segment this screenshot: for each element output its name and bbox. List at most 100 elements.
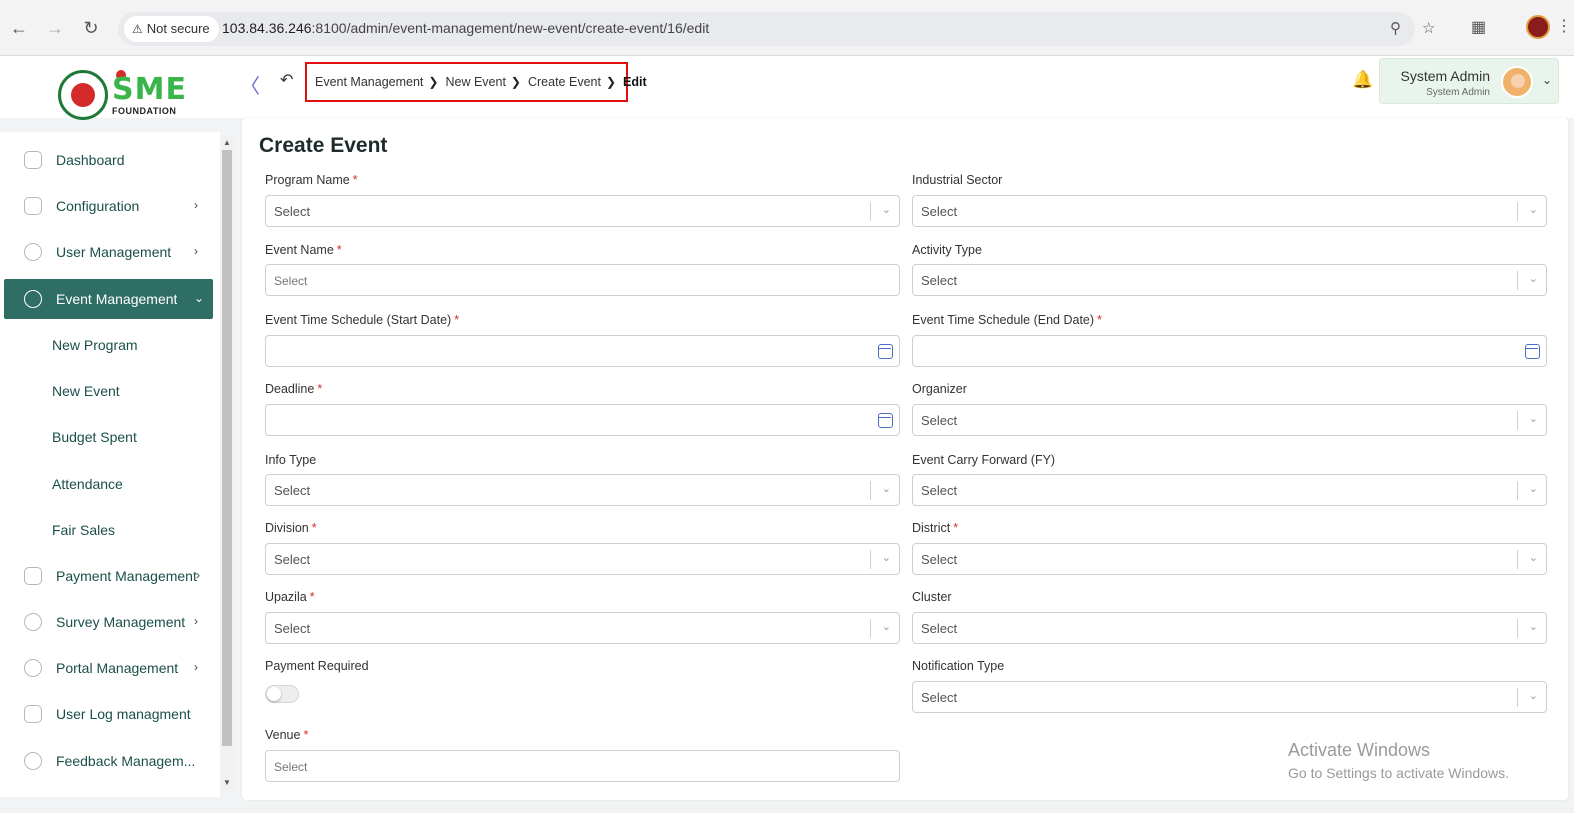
browser-reload-icon[interactable]: ↻ <box>80 17 102 39</box>
sidebar-item-survey-management[interactable]: Survey Management › <box>4 602 213 642</box>
carry-forward-select[interactable]: Select ⌄ <box>912 474 1547 506</box>
scroll-up-icon[interactable]: ▲ <box>223 138 231 147</box>
payment-required-toggle[interactable] <box>265 685 299 703</box>
required-mark: * <box>317 382 323 396</box>
user-name: System Admin <box>1400 68 1490 84</box>
security-chip[interactable]: ⚠ Not secure <box>124 16 219 42</box>
sidebar-subitem-new-program[interactable]: New Program <box>52 337 138 353</box>
sidebar-item-label: User Management <box>56 244 172 260</box>
select-placeholder: Select <box>921 690 958 705</box>
notification-type-label: Notification Type <box>912 659 1005 673</box>
zoom-icon[interactable]: ⚲ <box>1390 19 1401 37</box>
user-icon <box>24 243 42 261</box>
chevron-right-icon: ❯ <box>510 75 521 89</box>
field-label-text: Event Time Schedule (Start Date) <box>265 313 452 327</box>
deadline-input[interactable] <box>265 404 900 436</box>
activity-type-select[interactable]: Select ⌄ <box>912 264 1547 296</box>
chevron-right-icon: ❯ <box>428 75 439 89</box>
browser-toolbar: ← → ↻ ⚠ Not secure 103.84.36.246:8100/adm… <box>0 0 1574 56</box>
select-separator <box>870 550 871 569</box>
payment-required-label: Payment Required <box>265 659 369 673</box>
calendar-icon[interactable] <box>878 413 893 428</box>
sidebar-item-feedback-management[interactable]: Feedback Managem... <box>4 741 213 781</box>
government-seal-icon <box>58 70 108 120</box>
event-name-label: Event Name * <box>265 243 342 257</box>
division-label: Division * <box>265 521 317 535</box>
sidebar-item-user-management[interactable]: User Management › <box>4 232 213 272</box>
chevron-down-icon: ⌄ <box>1528 204 1538 216</box>
select-placeholder: Select <box>921 552 958 567</box>
calendar-icon[interactable] <box>878 344 893 359</box>
select-separator <box>1517 202 1518 221</box>
browser-menu-icon[interactable]: ⋮ <box>1556 16 1572 36</box>
breadcrumb-item[interactable]: Create Event <box>528 75 601 89</box>
chevron-right-icon: › <box>194 244 198 258</box>
sidebar-item-label: Configuration <box>56 198 140 214</box>
chevron-right-icon: › <box>194 614 198 628</box>
chevron-down-icon: ⌄ <box>881 204 891 216</box>
sidebar-item-event-management[interactable]: Event Management ⌄ <box>4 279 213 319</box>
select-placeholder: Select <box>921 483 958 498</box>
district-select[interactable]: Select ⌄ <box>912 543 1547 575</box>
venue-input[interactable]: Select <box>265 750 900 782</box>
sidebar-item-user-log[interactable]: User Log managment <box>4 694 213 734</box>
browser-forward-icon[interactable]: → <box>44 17 66 39</box>
user-menu[interactable]: System Admin System Admin ⌄ <box>1379 58 1559 104</box>
sme-foundation-logo[interactable]: SME FOUNDATION <box>58 70 186 120</box>
sidebar-subitem-fair-sales[interactable]: Fair Sales <box>52 522 115 538</box>
scrollbar-thumb[interactable] <box>222 150 232 746</box>
required-mark: * <box>352 173 358 187</box>
sidebar-subitem-budget-spent[interactable]: Budget Spent <box>52 429 137 445</box>
start-date-input[interactable] <box>265 335 900 367</box>
browser-back-icon[interactable]: ← <box>8 17 30 39</box>
chevron-down-icon[interactable]: ⌄ <box>1542 73 1552 87</box>
select-placeholder: Select <box>921 204 958 219</box>
avatar <box>1501 66 1533 98</box>
select-placeholder: Select <box>921 621 958 636</box>
notification-bell-icon[interactable]: 🔔 <box>1352 70 1373 90</box>
cluster-select[interactable]: Select ⌄ <box>912 612 1547 644</box>
sidebar-item-label: Survey Management <box>56 614 186 630</box>
bookmark-star-icon[interactable]: ☆ <box>1422 19 1435 37</box>
sidebar-item-payment-management[interactable]: Payment Management › <box>4 556 213 596</box>
program-name-select[interactable]: Select ⌄ <box>265 195 900 227</box>
calendar-icon[interactable] <box>1525 344 1540 359</box>
sidebar-scrollbar[interactable]: ▲ ▼ <box>220 136 234 792</box>
field-label-text: Deadline <box>265 382 315 396</box>
sidebar-item-configuration[interactable]: Configuration › <box>4 186 213 226</box>
chevron-right-icon: › <box>194 198 198 212</box>
sidebar-item-portal-management[interactable]: Portal Management › <box>4 648 213 688</box>
select-separator <box>1517 271 1518 290</box>
carry-forward-label: Event Carry Forward (FY) <box>912 453 1056 467</box>
browser-profile-icon[interactable] <box>1526 15 1550 39</box>
extensions-icon[interactable]: ▦ <box>1471 17 1486 37</box>
breadcrumb-item[interactable]: New Event <box>445 75 505 89</box>
sidebar-collapse-icon[interactable]: 〈 <box>240 70 260 99</box>
notification-type-select[interactable]: Select ⌄ <box>912 681 1547 713</box>
select-placeholder: Select <box>274 552 311 567</box>
chevron-down-icon: ⌄ <box>1528 483 1538 495</box>
event-name-input[interactable]: Select <box>265 264 900 296</box>
industrial-sector-select[interactable]: Select ⌄ <box>912 195 1547 227</box>
required-mark: * <box>953 521 959 535</box>
chevron-right-icon: › <box>194 660 198 674</box>
sidebar-item-dashboard[interactable]: Dashboard <box>4 140 213 180</box>
field-label-text: Event Name <box>265 243 334 257</box>
sidebar-item-label: Event Management <box>56 291 178 307</box>
breadcrumb-item[interactable]: Event Management <box>315 75 423 89</box>
chevron-down-icon: ⌄ <box>881 621 891 633</box>
required-mark: * <box>454 313 460 327</box>
select-separator <box>1517 550 1518 569</box>
sidebar-subitem-attendance[interactable]: Attendance <box>52 476 123 492</box>
end-date-input[interactable] <box>912 335 1547 367</box>
scroll-down-icon[interactable]: ▼ <box>223 778 231 787</box>
select-separator <box>870 481 871 500</box>
required-mark: * <box>309 590 315 604</box>
address-bar[interactable]: ⚠ Not secure 103.84.36.246:8100/admin/eve… <box>118 12 1435 46</box>
organizer-select[interactable]: Select ⌄ <box>912 404 1547 436</box>
upazila-select[interactable]: Select ⌄ <box>265 612 900 644</box>
division-select[interactable]: Select ⌄ <box>265 543 900 575</box>
sidebar-subitem-new-event[interactable]: New Event <box>52 383 120 399</box>
info-type-select[interactable]: Select ⌄ <box>265 474 900 506</box>
back-arrow-icon[interactable]: ↶ <box>280 70 293 90</box>
